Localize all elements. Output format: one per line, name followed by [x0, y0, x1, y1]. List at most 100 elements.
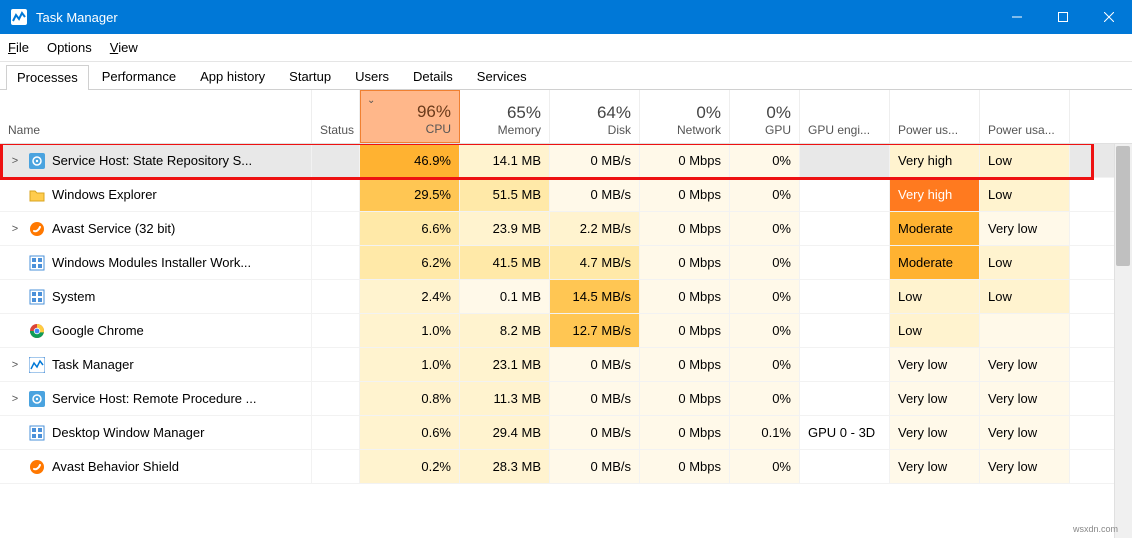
cell-disk: 4.7 MB/s [550, 246, 640, 279]
cell-network: 0 Mbps [640, 450, 730, 483]
cell-network: 0 Mbps [640, 314, 730, 347]
tab-app-history[interactable]: App history [189, 64, 276, 89]
header-network[interactable]: 0%Network [640, 90, 730, 143]
header-memory[interactable]: 65%Memory [460, 90, 550, 143]
process-row[interactable]: >Service Host: Remote Procedure ...0.8%1… [0, 382, 1132, 416]
cell-cpu: 0.8% [360, 382, 460, 415]
process-row[interactable]: Windows Explorer29.5%51.5 MB0 MB/s0 Mbps… [0, 178, 1132, 212]
header-status[interactable]: Status [312, 90, 360, 143]
cell-gpu: 0% [730, 314, 800, 347]
cell-power-usage: Very low [890, 348, 980, 381]
cell-status [312, 246, 360, 279]
menu-file[interactable]: File [8, 40, 29, 55]
cell-gpu-engine [800, 450, 890, 483]
scrollbar-thumb[interactable] [1116, 146, 1130, 266]
win-icon [28, 424, 46, 442]
tabstrip: ProcessesPerformanceApp historyStartupUs… [0, 62, 1132, 90]
cell-power-usage: Very high [890, 144, 980, 177]
cell-memory: 41.5 MB [460, 246, 550, 279]
cell-disk: 0 MB/s [550, 450, 640, 483]
column-headers: Name Status ⌄ 96% CPU 65%Memory 64%Disk … [0, 90, 1132, 144]
process-row[interactable]: Desktop Window Manager0.6%29.4 MB0 MB/s0… [0, 416, 1132, 450]
cell-cpu: 6.6% [360, 212, 460, 245]
watermark: wsxdn.com [1073, 524, 1118, 534]
cell-name: Windows Modules Installer Work... [0, 246, 312, 279]
header-disk[interactable]: 64%Disk [550, 90, 640, 143]
cell-power-usage-trend [980, 314, 1070, 347]
header-power-usage-trend[interactable]: Power usa... [980, 90, 1070, 143]
cell-status [312, 382, 360, 415]
process-row[interactable]: Google Chrome1.0%8.2 MB12.7 MB/s0 Mbps0%… [0, 314, 1132, 348]
cell-gpu-engine [800, 178, 890, 211]
cell-power-usage-trend: Very low [980, 212, 1070, 245]
scrollbar-track[interactable] [1114, 144, 1132, 538]
cell-disk: 0 MB/s [550, 348, 640, 381]
win-icon [28, 254, 46, 272]
cell-cpu: 29.5% [360, 178, 460, 211]
header-power-usage[interactable]: Power us... [890, 90, 980, 143]
avast-icon [28, 220, 46, 238]
process-name: Service Host: Remote Procedure ... [52, 391, 256, 406]
process-name: System [52, 289, 95, 304]
tab-processes[interactable]: Processes [6, 65, 89, 90]
cell-power-usage-trend: Low [980, 280, 1070, 313]
process-row[interactable]: Avast Behavior Shield0.2%28.3 MB0 MB/s0 … [0, 450, 1132, 484]
cell-power-usage: Low [890, 280, 980, 313]
chevron-down-icon: ⌄ [367, 95, 375, 106]
cell-name: Avast Behavior Shield [0, 450, 312, 483]
cell-memory: 23.9 MB [460, 212, 550, 245]
header-gpu-engine[interactable]: GPU engi... [800, 90, 890, 143]
menubar: File Options View [0, 34, 1132, 62]
cell-gpu-engine [800, 348, 890, 381]
process-row[interactable]: System2.4%0.1 MB14.5 MB/s0 Mbps0%LowLow [0, 280, 1132, 314]
cell-name: Windows Explorer [0, 178, 312, 211]
cell-gpu: 0% [730, 382, 800, 415]
cell-gpu-engine [800, 314, 890, 347]
maximize-button[interactable] [1040, 0, 1086, 34]
cell-gpu-engine [800, 382, 890, 415]
header-cpu[interactable]: ⌄ 96% CPU [360, 90, 460, 143]
cell-cpu: 6.2% [360, 246, 460, 279]
tab-users[interactable]: Users [344, 64, 400, 89]
cell-cpu: 1.0% [360, 348, 460, 381]
cell-status [312, 178, 360, 211]
tab-services[interactable]: Services [466, 64, 538, 89]
win-icon [28, 288, 46, 306]
process-row[interactable]: >Service Host: State Repository S...46.9… [0, 144, 1132, 178]
close-button[interactable] [1086, 0, 1132, 34]
header-name[interactable]: Name [0, 90, 312, 143]
cell-gpu: 0.1% [730, 416, 800, 449]
cell-power-usage-trend: Low [980, 178, 1070, 211]
cell-status [312, 280, 360, 313]
expand-chevron-icon[interactable]: > [8, 155, 22, 167]
tab-performance[interactable]: Performance [91, 64, 187, 89]
minimize-button[interactable] [994, 0, 1040, 34]
cell-network: 0 Mbps [640, 246, 730, 279]
process-row[interactable]: >Avast Service (32 bit)6.6%23.9 MB2.2 MB… [0, 212, 1132, 246]
cell-name: System [0, 280, 312, 313]
process-grid: Name Status ⌄ 96% CPU 65%Memory 64%Disk … [0, 90, 1132, 538]
cell-power-usage-trend: Low [980, 246, 1070, 279]
tab-startup[interactable]: Startup [278, 64, 342, 89]
expand-chevron-icon[interactable]: > [8, 359, 22, 371]
cell-disk: 0 MB/s [550, 178, 640, 211]
tab-details[interactable]: Details [402, 64, 464, 89]
header-gpu[interactable]: 0%GPU [730, 90, 800, 143]
process-row[interactable]: Windows Modules Installer Work... 6.2%41.… [0, 246, 1132, 280]
process-name: Google Chrome [52, 323, 144, 338]
menu-view[interactable]: View [110, 40, 138, 55]
cell-network: 0 Mbps [640, 144, 730, 177]
cell-cpu: 2.4% [360, 280, 460, 313]
cell-gpu-engine [800, 246, 890, 279]
menu-options[interactable]: Options [47, 40, 92, 55]
expand-chevron-icon[interactable]: > [8, 393, 22, 405]
app-icon [10, 8, 28, 26]
cell-disk: 0 MB/s [550, 416, 640, 449]
process-row[interactable]: >Task Manager1.0%23.1 MB0 MB/s0 Mbps0%Ve… [0, 348, 1132, 382]
cell-power-usage: Very low [890, 416, 980, 449]
expand-chevron-icon[interactable]: > [8, 223, 22, 235]
process-name: Windows Explorer [52, 187, 157, 202]
cell-gpu-engine [800, 144, 890, 177]
cell-memory: 29.4 MB [460, 416, 550, 449]
cell-power-usage: Moderate [890, 212, 980, 245]
